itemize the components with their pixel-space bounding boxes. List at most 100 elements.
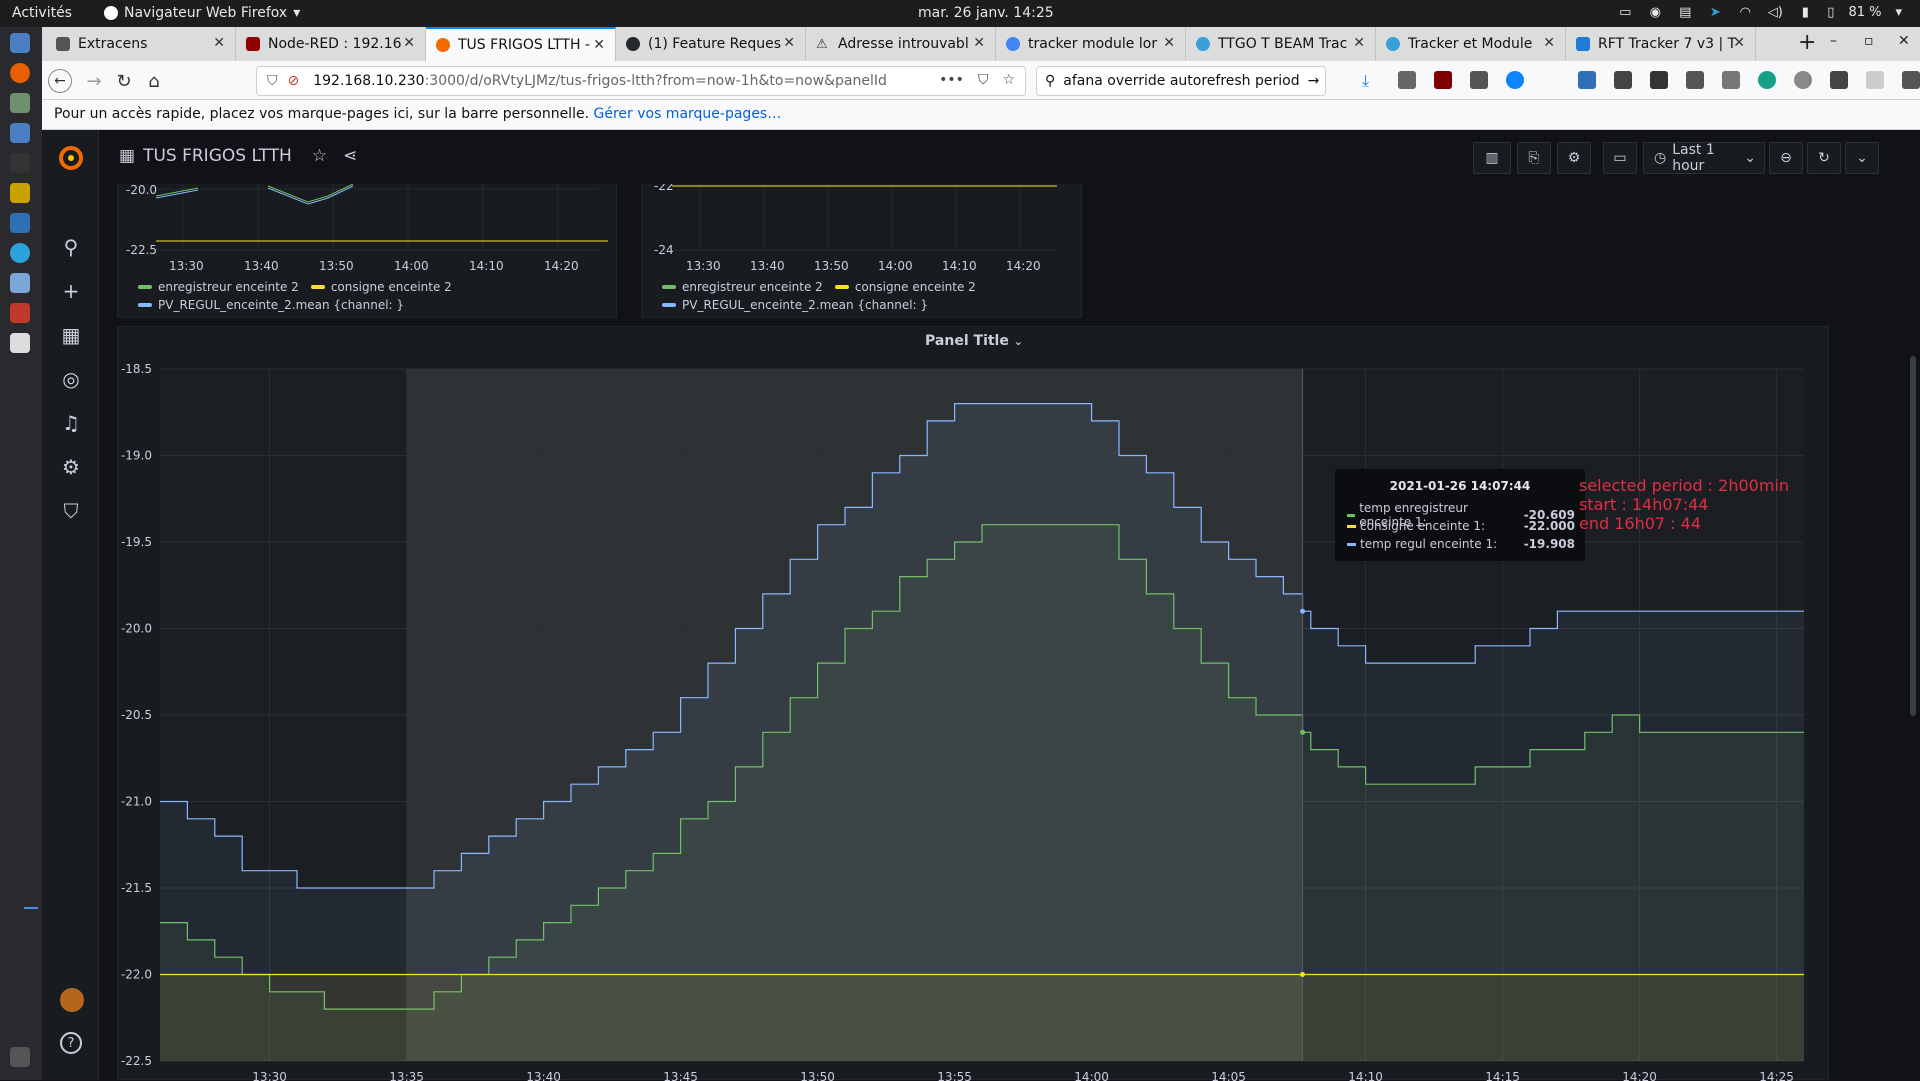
- home-icon[interactable]: ⌂: [142, 69, 166, 93]
- close-icon[interactable]: ✕: [213, 35, 225, 51]
- close-icon[interactable]: ✕: [1353, 35, 1365, 51]
- show-apps-icon[interactable]: [10, 1047, 30, 1067]
- back-icon[interactable]: ←: [48, 69, 72, 93]
- tab-tracker-module[interactable]: tracker module lor ✕: [996, 27, 1186, 61]
- tab-tus-frigos[interactable]: TUS FRIGOS LTTH - ✕: [426, 27, 616, 61]
- tab-rft-tracker[interactable]: RFT Tracker 7 v3 | T ✕: [1566, 27, 1756, 61]
- legend-item[interactable]: PV_REGUL_enceinte_2.mean {channel: }: [662, 298, 928, 312]
- avatar[interactable]: [60, 988, 84, 1012]
- alerting-bell-icon[interactable]: ♫: [60, 411, 82, 435]
- tab-tracker-et-module[interactable]: Tracker et Module ✕: [1376, 27, 1566, 61]
- extension-drop-icon[interactable]: [1506, 71, 1524, 89]
- close-icon[interactable]: ✕: [973, 35, 985, 51]
- minimize-icon[interactable]: –: [1830, 33, 1837, 49]
- search-icon[interactable]: ⚲: [60, 235, 82, 259]
- main-graph-panel[interactable]: Panel Title ⌄ -18.5 -19.0 -19.5 -20.0 -20.5-…: [117, 326, 1830, 1081]
- arrow-right-icon[interactable]: →: [1308, 73, 1320, 89]
- dock-app-icon[interactable]: [10, 333, 30, 353]
- dock-app-icon[interactable]: [10, 213, 30, 233]
- tab-adresse-introuvable[interactable]: ⚠ Adresse introuvabl ✕: [806, 27, 996, 61]
- zoom-out-button[interactable]: ⊖: [1769, 142, 1803, 174]
- legend-item[interactable]: PV_REGUL_enceinte_2.mean {channel: }: [138, 298, 404, 312]
- main-chart-svg[interactable]: -18.5 -19.0 -19.5 -20.0 -20.5 -21.0 -21.5 -22.0…: [118, 327, 1830, 1081]
- new-tab-button[interactable]: +: [1798, 30, 1816, 55]
- telegram-icon[interactable]: [10, 243, 30, 263]
- account-icon[interactable]: [1794, 71, 1812, 89]
- pocket-icon[interactable]: ⛉: [978, 72, 989, 88]
- dock-app-icon[interactable]: [10, 33, 30, 53]
- share-icon[interactable]: ⋖: [343, 146, 357, 166]
- dashboard-settings-button[interactable]: ⚙: [1557, 142, 1591, 174]
- extension-icon[interactable]: [1722, 71, 1740, 89]
- activities-button[interactable]: Activités: [12, 5, 72, 21]
- firefox-icon: [104, 6, 118, 20]
- tab-ttgo-t-beam[interactable]: TTGO T BEAM Trac ✕: [1186, 27, 1376, 61]
- extension-icon[interactable]: [1830, 71, 1848, 89]
- grafana-logo-icon[interactable]: [57, 144, 85, 172]
- extension-icon[interactable]: [1650, 71, 1668, 89]
- dashboards-icon[interactable]: ▦: [60, 323, 82, 347]
- x-tick-label: 13:50: [814, 259, 849, 273]
- maximize-icon[interactable]: ▫: [1864, 33, 1874, 49]
- extension-icon[interactable]: [1686, 71, 1704, 89]
- library-icon[interactable]: [1398, 71, 1416, 89]
- url-bar[interactable]: ⛉ ⊘ 192.168.10.230 :3000/d/oRVtyLJMz/tus…: [256, 66, 1026, 96]
- search-input[interactable]: afana override autorefresh period: [1063, 73, 1299, 89]
- tab-feature-request[interactable]: (1) Feature Reques ✕: [616, 27, 806, 61]
- extension-icon[interactable]: [1758, 71, 1776, 89]
- tab-extracens[interactable]: Extracens ✕: [46, 27, 236, 61]
- dock-app-icon[interactable]: [10, 93, 30, 113]
- forward-icon[interactable]: →: [82, 69, 106, 93]
- close-icon[interactable]: ✕: [403, 35, 415, 51]
- save-dashboard-button[interactable]: ⎘: [1517, 142, 1551, 174]
- page-scrollbar[interactable]: [1910, 356, 1916, 716]
- close-icon[interactable]: ✕: [1163, 35, 1175, 51]
- firefox-icon[interactable]: [10, 63, 30, 83]
- shield-icon[interactable]: ⛉: [60, 499, 82, 523]
- close-icon[interactable]: ✕: [783, 35, 795, 51]
- panel-enceinte-2-a[interactable]: -20.0 -22.5 13:30 13:40 13:50 14:00 14:1…: [117, 184, 617, 318]
- shield-icon[interactable]: ⛉: [267, 73, 278, 89]
- star-icon[interactable]: ☆: [312, 146, 327, 166]
- plus-icon[interactable]: +: [60, 279, 82, 303]
- dock-app-icon[interactable]: [10, 183, 30, 203]
- explore-icon[interactable]: ◎: [60, 367, 82, 391]
- reload-icon[interactable]: ↻: [112, 69, 136, 93]
- dock-app-icon[interactable]: [10, 123, 30, 143]
- tab-node-red[interactable]: Node-RED : 192.16 ✕: [236, 27, 426, 61]
- cycle-view-mode-button[interactable]: ▭: [1603, 142, 1637, 174]
- dock-app-icon[interactable]: [10, 303, 30, 323]
- terminal-icon[interactable]: [10, 153, 30, 173]
- manage-bookmarks-link[interactable]: Gérer vos marque-pages…: [593, 106, 781, 122]
- dock-app-icon[interactable]: [10, 273, 30, 293]
- app-menu[interactable]: Navigateur Web Firefox ▾: [104, 5, 300, 21]
- refresh-interval-button[interactable]: ⌄: [1845, 142, 1879, 174]
- close-icon[interactable]: ✕: [1733, 35, 1745, 51]
- search-bar[interactable]: ⚲ afana override autorefresh period →: [1036, 66, 1326, 96]
- extension-icon[interactable]: [1542, 71, 1560, 89]
- bookmark-star-icon[interactable]: ☆: [1002, 72, 1015, 88]
- mail-icon[interactable]: [1614, 71, 1632, 89]
- time-picker-button[interactable]: ◷ Last 1 hour ⌄: [1643, 142, 1765, 174]
- add-panel-button[interactable]: ▥: [1473, 142, 1511, 174]
- close-window-icon[interactable]: ✕: [1898, 33, 1910, 49]
- legend-item[interactable]: enregistreur enceinte 2 consigne enceint…: [662, 280, 976, 294]
- dashboard-title[interactable]: TUS FRIGOS LTTH: [143, 146, 292, 166]
- ublock-icon[interactable]: [1434, 71, 1452, 89]
- gear-icon[interactable]: ⚙: [60, 455, 82, 479]
- extension-icon[interactable]: [1866, 71, 1884, 89]
- panel-enceinte-2-b[interactable]: -22 -24 13:30 13:40 13:50 14:00 14:10 14…: [641, 184, 1082, 318]
- system-tray[interactable]: ▭ ◉ ▤ ➤ ◠ ◁) ▮ ▯ 81 % ▾: [1617, 4, 1902, 20]
- system-clock[interactable]: mar. 26 janv. 14:25: [918, 5, 1054, 21]
- legend-item[interactable]: enregistreur enceinte 2 consigne enceint…: [138, 280, 452, 294]
- download-icon[interactable]: ⤓: [1362, 71, 1380, 90]
- close-icon[interactable]: ✕: [593, 37, 605, 53]
- sidebar-icon[interactable]: [1470, 71, 1488, 89]
- refresh-button[interactable]: ↻: [1807, 142, 1841, 174]
- insecure-lock-icon[interactable]: ⊘: [288, 73, 300, 89]
- close-icon[interactable]: ✕: [1543, 35, 1555, 51]
- help-icon[interactable]: ?: [60, 1032, 82, 1054]
- extensions-puzzle-icon[interactable]: [1902, 71, 1920, 89]
- save-icon[interactable]: [1578, 71, 1596, 89]
- more-actions-icon[interactable]: •••: [939, 72, 964, 88]
